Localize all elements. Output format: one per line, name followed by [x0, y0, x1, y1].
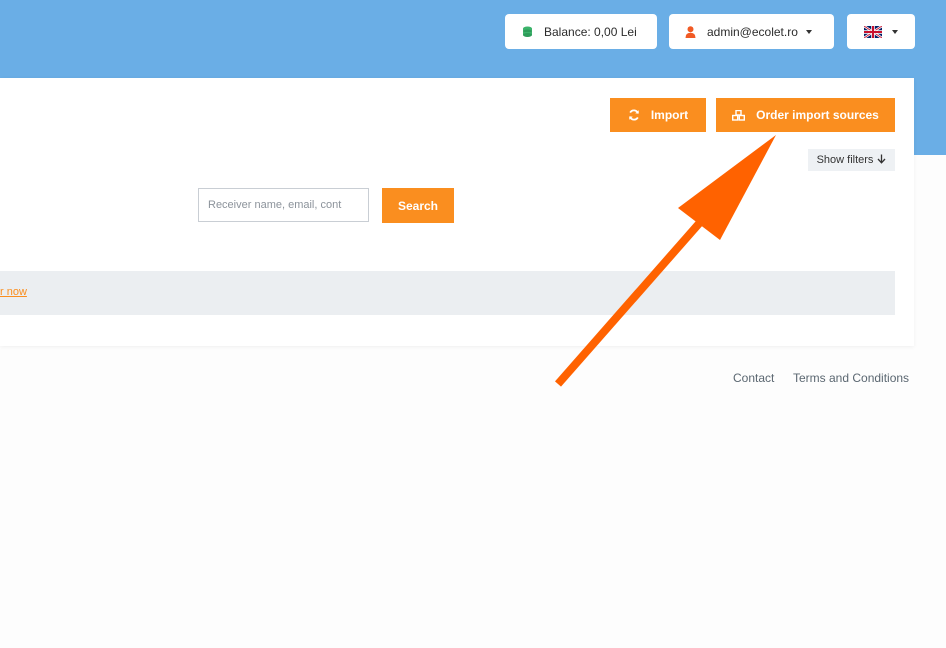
user-menu-button[interactable]: admin@ecolet.ro [669, 14, 834, 49]
show-filters-label: Show filters [816, 154, 874, 166]
import-button-label: Import [650, 108, 689, 122]
show-filters-button[interactable]: Show filters [808, 149, 895, 171]
coins-icon [522, 26, 533, 38]
notice-link[interactable]: r now [0, 286, 27, 298]
user-icon [685, 25, 696, 38]
search-button[interactable]: Search [382, 188, 454, 223]
notice-bar [0, 271, 895, 315]
search-input[interactable] [198, 188, 369, 222]
footer-contact-link[interactable]: Contact [733, 371, 774, 385]
footer-terms-link[interactable]: Terms and Conditions [793, 371, 909, 385]
cubes-icon [732, 109, 746, 121]
language-selector[interactable] [847, 14, 915, 49]
order-import-sources-button[interactable]: Order import sources [716, 98, 895, 132]
order-import-sources-label: Order import sources [756, 108, 879, 122]
refresh-icon [628, 109, 640, 121]
import-button[interactable]: Import [610, 98, 706, 132]
balance-button[interactable]: Balance: 0,00 Lei [505, 14, 657, 49]
chevron-down-icon [892, 29, 898, 34]
uk-flag-icon [864, 25, 882, 38]
balance-label: Balance: 0,00 Lei [544, 24, 637, 39]
arrow-down-icon [877, 153, 886, 167]
user-email-label: admin@ecolet.ro [707, 24, 798, 39]
chevron-down-icon [805, 29, 812, 34]
